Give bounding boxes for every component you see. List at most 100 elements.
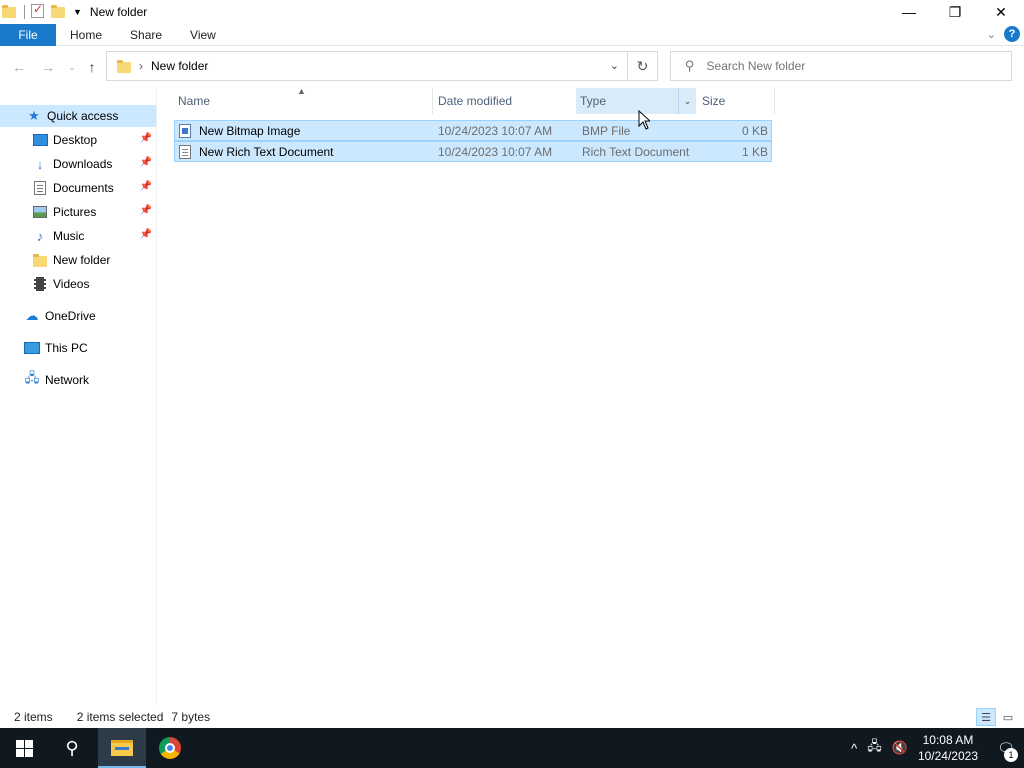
pin-icon[interactable]: 📌 bbox=[140, 181, 152, 192]
breadcrumb-new-folder[interactable]: New folder bbox=[151, 59, 208, 73]
recent-locations-chevron-icon[interactable]: ⌄ bbox=[62, 58, 82, 76]
expand-ribbon-icon[interactable]: ⌄ bbox=[987, 28, 996, 41]
cloud-icon: ☁ bbox=[25, 308, 39, 323]
help-icon[interactable]: ? bbox=[1004, 26, 1020, 42]
sidebar-item-label: Music bbox=[53, 229, 85, 243]
qat-separator bbox=[24, 5, 25, 19]
minimize-button[interactable]: — bbox=[886, 0, 932, 24]
mouse-pointer-icon bbox=[638, 110, 650, 130]
music-note-icon: ♪ bbox=[36, 228, 44, 244]
sidebar-item-quick-access[interactable]: ★ Quick access bbox=[0, 105, 156, 127]
pin-icon[interactable]: 📌 bbox=[140, 205, 152, 216]
details-view-icon[interactable]: ☰ bbox=[976, 708, 996, 726]
system-tray: ^ 🖧 🔇 10:08 AM 10/24/2023 🗨 1 bbox=[851, 728, 1024, 768]
pin-icon[interactable]: 📌 bbox=[140, 133, 152, 144]
quick-access-toolbar: ▼ bbox=[0, 0, 90, 24]
download-icon: ↓ bbox=[36, 156, 44, 172]
new-folder-icon[interactable] bbox=[51, 4, 67, 20]
file-name: New Bitmap Image bbox=[199, 124, 301, 138]
file-type: Rich Text Document bbox=[582, 145, 690, 159]
sidebar-item-desktop[interactable]: Desktop 📌 bbox=[0, 129, 156, 151]
column-divider[interactable] bbox=[774, 88, 775, 114]
star-icon: ★ bbox=[28, 108, 40, 123]
pane-divider[interactable] bbox=[156, 86, 157, 706]
large-icons-view-icon[interactable]: ▭ bbox=[998, 708, 1018, 726]
taskbar-file-explorer[interactable] bbox=[98, 728, 146, 768]
taskbar: ⚲ ^ 🖧 🔇 10:08 AM 10/24/2023 🗨 1 bbox=[0, 728, 1024, 768]
sidebar-item-pictures[interactable]: Pictures 📌 bbox=[0, 201, 156, 223]
properties-icon[interactable] bbox=[31, 2, 47, 20]
desktop-icon bbox=[32, 132, 48, 148]
maximize-button[interactable]: ❐ bbox=[932, 0, 978, 24]
column-header-name[interactable]: Name bbox=[174, 88, 432, 114]
back-arrow-icon[interactable]: ← bbox=[9, 58, 29, 76]
chrome-icon bbox=[159, 737, 181, 759]
column-filter-dropdown-icon[interactable]: ⌄ bbox=[678, 88, 696, 114]
sidebar-item-music[interactable]: ♪ Music 📌 bbox=[0, 225, 156, 247]
search-input[interactable] bbox=[706, 59, 987, 73]
clock[interactable]: 10:08 AM 10/24/2023 bbox=[918, 732, 978, 764]
file-size: 0 KB bbox=[741, 124, 768, 138]
network-icon: 🖧 bbox=[24, 370, 40, 385]
tab-home[interactable]: Home bbox=[56, 24, 116, 46]
start-button[interactable] bbox=[0, 728, 48, 768]
sidebar-item-label: Quick access bbox=[47, 109, 119, 123]
sidebar-item-new-folder[interactable]: New folder bbox=[0, 249, 156, 271]
column-header-label: Date modified bbox=[438, 94, 513, 108]
sidebar-item-documents[interactable]: Documents 📌 bbox=[0, 177, 156, 199]
folder-app-icon bbox=[2, 4, 18, 20]
file-explorer-window: ▼ New folder — ❐ ✕ File Home Share View … bbox=[0, 0, 1024, 728]
qat-dropdown-icon[interactable]: ▼ bbox=[73, 7, 82, 17]
tab-file[interactable]: File bbox=[0, 23, 56, 46]
address-bar[interactable]: › New folder ⌄ bbox=[106, 51, 628, 81]
network-status-icon[interactable]: 🖧 bbox=[867, 737, 882, 759]
action-center-button[interactable]: 🗨 1 bbox=[988, 728, 1024, 768]
column-divider[interactable] bbox=[432, 88, 433, 114]
column-header-size[interactable]: Size bbox=[698, 88, 774, 114]
pin-icon[interactable]: 📌 bbox=[140, 157, 152, 168]
window-title: New folder bbox=[89, 5, 148, 19]
tab-view[interactable]: View bbox=[176, 24, 230, 46]
column-header-label: Type bbox=[580, 94, 607, 108]
sidebar-item-network[interactable]: 🖧 Network bbox=[0, 369, 156, 391]
sidebar-item-this-pc[interactable]: This PC bbox=[0, 337, 156, 359]
column-header-type[interactable]: Type ⌄ bbox=[576, 88, 696, 114]
breadcrumb-chevron-icon[interactable]: › bbox=[139, 59, 143, 73]
taskbar-chrome[interactable] bbox=[146, 728, 194, 768]
pin-icon[interactable]: 📌 bbox=[140, 229, 152, 240]
search-box[interactable]: ⚲ bbox=[670, 51, 1012, 81]
up-arrow-icon[interactable]: ↑ bbox=[82, 58, 102, 76]
sidebar-item-onedrive[interactable]: ☁ OneDrive bbox=[0, 305, 156, 327]
refresh-button[interactable]: ↻ bbox=[628, 51, 658, 81]
search-icon: ⚲ bbox=[65, 737, 79, 758]
sidebar-item-label: Network bbox=[45, 373, 90, 387]
file-explorer-icon bbox=[111, 740, 133, 756]
sidebar-item-label: OneDrive bbox=[45, 309, 96, 323]
forward-arrow-icon[interactable]: → bbox=[38, 58, 58, 76]
file-row[interactable]: New Bitmap Image 10/24/2023 10:07 AM BMP… bbox=[174, 120, 772, 141]
sidebar-item-downloads[interactable]: ↓ Downloads 📌 bbox=[0, 153, 156, 175]
selection-size: 7 bytes bbox=[171, 710, 211, 724]
computer-icon bbox=[24, 340, 40, 356]
column-header-label: Size bbox=[702, 94, 726, 108]
sidebar-item-label: Desktop bbox=[53, 133, 98, 147]
close-button[interactable]: ✕ bbox=[978, 0, 1024, 24]
navigation-bar: ← → ⌄ ↑ › New folder ⌄ ↻ ⚲ bbox=[0, 48, 1024, 86]
file-row[interactable]: New Rich Text Document 10/24/2023 10:07 … bbox=[174, 141, 772, 162]
column-header-date-modified[interactable]: Date modified bbox=[434, 88, 574, 114]
video-icon bbox=[32, 276, 48, 292]
documents-icon bbox=[32, 180, 48, 196]
volume-muted-icon[interactable]: 🔇 bbox=[892, 740, 908, 756]
sidebar-item-label: This PC bbox=[45, 341, 88, 355]
folder-icon bbox=[32, 252, 48, 268]
show-hidden-icons-chevron-icon[interactable]: ^ bbox=[851, 741, 857, 756]
navigation-pane: ★ Quick access Desktop 📌 ↓ Downloads 📌 D… bbox=[0, 86, 156, 706]
ribbon-right: ⌄ ? bbox=[987, 26, 1020, 42]
address-dropdown-icon[interactable]: ⌄ bbox=[610, 59, 619, 72]
selection-count: 2 items selected bbox=[76, 710, 164, 724]
sidebar-item-videos[interactable]: Videos bbox=[0, 273, 156, 295]
tab-share[interactable]: Share bbox=[116, 24, 176, 46]
sidebar-item-label: Videos bbox=[53, 277, 90, 291]
taskbar-search-button[interactable]: ⚲ bbox=[48, 728, 96, 768]
column-headers: Name Date modified Type ⌄ Size bbox=[174, 88, 776, 114]
